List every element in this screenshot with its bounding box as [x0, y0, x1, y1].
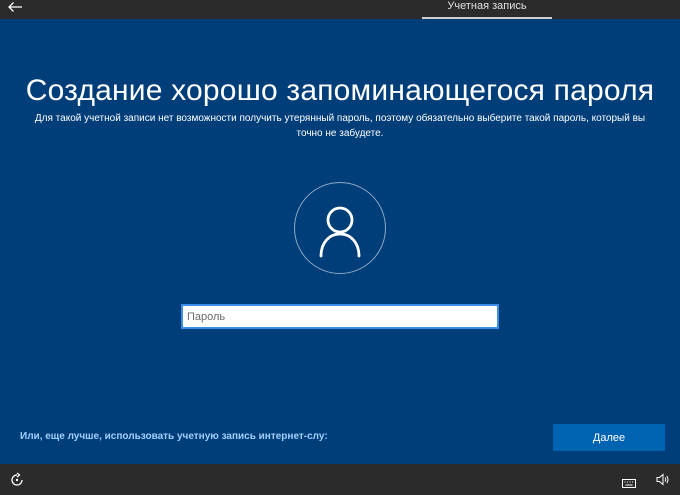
tab-account[interactable]: Учетная запись — [422, 0, 552, 19]
keyboard-icon[interactable] — [622, 475, 636, 493]
volume-icon[interactable] — [656, 473, 670, 491]
top-bar: Учетная запись — [0, 0, 680, 19]
avatar — [294, 182, 386, 274]
tab-account-label: Учетная запись — [447, 0, 527, 12]
bottom-bar — [0, 464, 680, 495]
page-subtitle: Для такой учетной записи нет возможности… — [34, 113, 646, 139]
next-button[interactable]: Далее — [553, 424, 665, 451]
setup-panel: Создание хорошо запоминающегося пароля Д… — [0, 19, 680, 464]
password-field[interactable] — [181, 304, 499, 329]
accessibility-icon[interactable] — [9, 472, 25, 493]
page-title: Создание хорошо запоминающегося пароля — [25, 74, 655, 107]
user-icon — [319, 206, 361, 258]
back-button[interactable] — [4, 0, 26, 16]
online-account-link[interactable]: Или, еще лучше, использовать учетную зап… — [20, 431, 328, 442]
back-arrow-icon — [8, 2, 22, 12]
